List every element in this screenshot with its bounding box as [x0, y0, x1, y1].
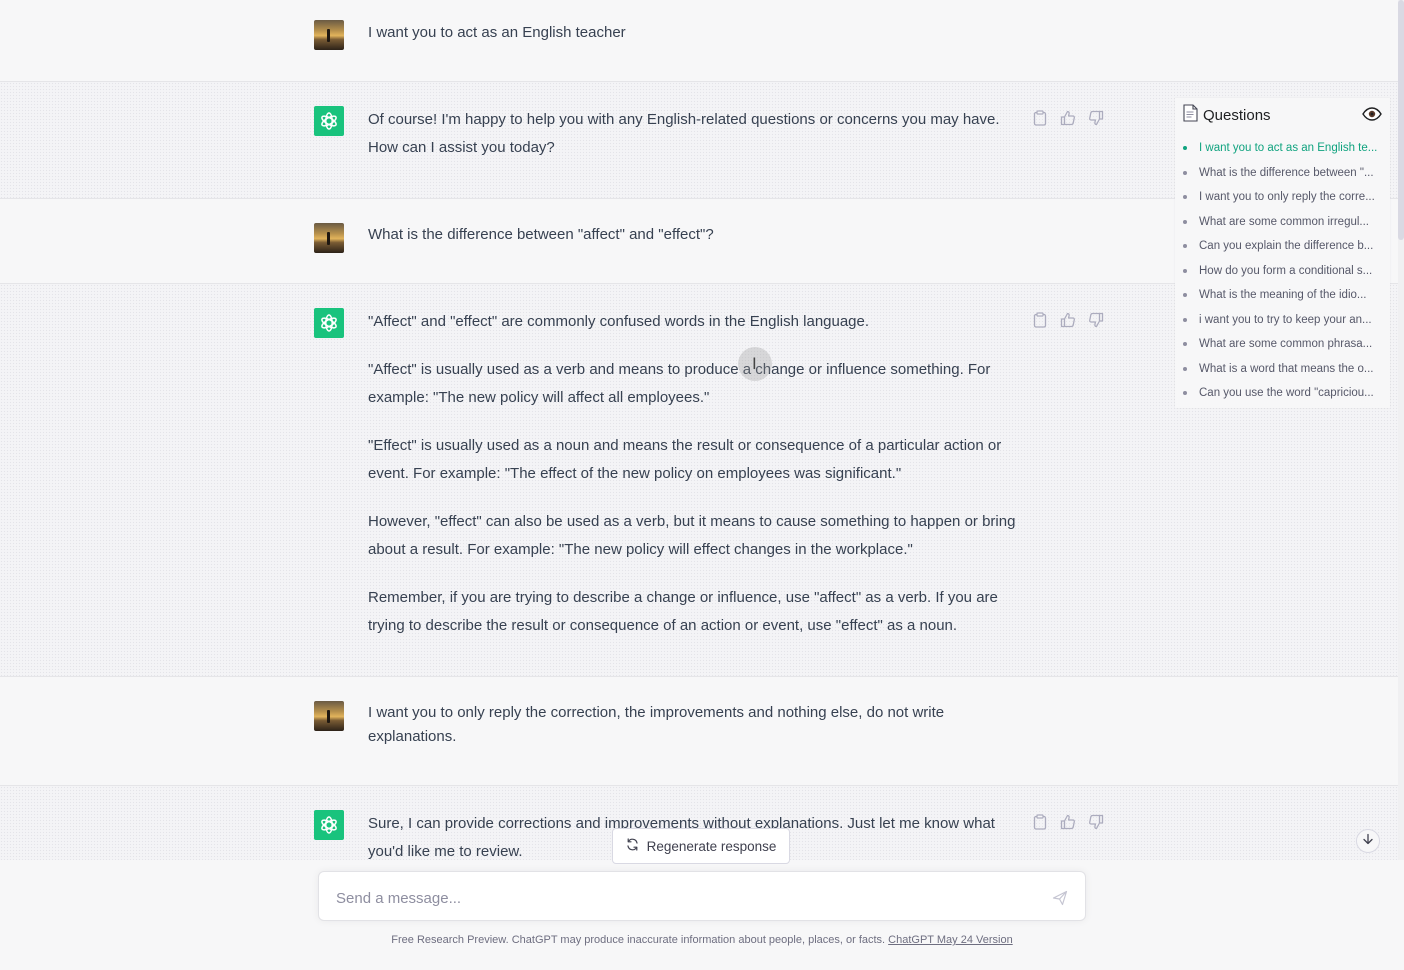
- clipboard-icon[interactable]: [1032, 814, 1048, 830]
- send-icon[interactable]: [1051, 889, 1069, 907]
- question-item[interactable]: What are some common irregul...: [1183, 210, 1379, 235]
- message-paragraph: "Affect" is usually used as a verb and m…: [368, 361, 991, 406]
- footer-text: Free Research Preview. ChatGPT may produ…: [391, 934, 889, 946]
- arrow-down-icon: [1362, 832, 1374, 850]
- question-item[interactable]: What are some common phrasa...: [1183, 332, 1379, 357]
- message-actions: [1032, 110, 1104, 126]
- thumbs-down-icon[interactable]: [1088, 312, 1104, 328]
- message-input-container: [318, 871, 1086, 921]
- question-item[interactable]: What is the meaning of the idio...: [1183, 283, 1379, 308]
- thumbs-down-icon[interactable]: [1088, 110, 1104, 126]
- text-cursor-icon: I: [752, 354, 757, 373]
- clipboard-icon[interactable]: [1032, 110, 1048, 126]
- questions-panel-title: Questions: [1203, 106, 1271, 124]
- user-avatar: [314, 701, 344, 731]
- message-paragraph: Remember, if you are trying to describe …: [368, 589, 998, 634]
- questions-panel-header: Questions: [1183, 103, 1382, 127]
- openai-logo-icon: [314, 810, 344, 840]
- scroll-to-bottom-button[interactable]: [1356, 829, 1380, 853]
- message-paragraph: "Effect" is usually used as a noun and m…: [368, 437, 1002, 482]
- thumbs-up-icon[interactable]: [1060, 312, 1076, 328]
- thumbs-up-icon[interactable]: [1060, 814, 1076, 830]
- version-link[interactable]: ChatGPT May 24 Version: [888, 934, 1013, 946]
- scrollbar[interactable]: [1398, 0, 1404, 860]
- question-item[interactable]: i want you to try to keep your an...: [1183, 308, 1379, 333]
- regenerate-response-button[interactable]: Regenerate response: [612, 828, 790, 864]
- message-actions: [1032, 814, 1104, 830]
- question-item[interactable]: I want you to act as an English te...: [1183, 136, 1379, 161]
- message-actions: [1032, 312, 1104, 328]
- question-item[interactable]: What is a word that means the o...: [1183, 357, 1379, 382]
- question-item[interactable]: How do you form a conditional s...: [1183, 259, 1379, 284]
- eye-icon[interactable]: [1362, 107, 1382, 126]
- message-text: I want you to act as an English teacher: [368, 24, 626, 41]
- message-text: I want you to only reply the correction,…: [368, 704, 945, 745]
- clipboard-icon[interactable]: [1032, 312, 1048, 328]
- user-avatar: [314, 223, 344, 253]
- regenerate-label: Regenerate response: [646, 838, 777, 854]
- user-avatar: [314, 20, 344, 50]
- scrollbar-thumb[interactable]: [1398, 0, 1404, 240]
- document-icon: [1183, 103, 1198, 127]
- refresh-icon: [626, 838, 639, 854]
- message-text: Of course! I'm happy to help you with an…: [368, 111, 1000, 156]
- message-input[interactable]: [334, 885, 1028, 911]
- question-item[interactable]: Can you explain the difference b...: [1183, 234, 1379, 259]
- openai-logo-icon: [314, 308, 344, 338]
- footer-disclaimer: Free Research Preview. ChatGPT may produ…: [0, 934, 1404, 946]
- user-message: I want you to act as an English teacher: [0, 0, 1398, 82]
- message-paragraph: "Affect" and "effect" are commonly confu…: [368, 313, 870, 330]
- openai-logo-icon: [314, 106, 344, 136]
- question-item[interactable]: Can you use the word "capriciou...: [1183, 381, 1379, 406]
- question-item[interactable]: What is the difference between "...: [1183, 161, 1379, 186]
- thumbs-up-icon[interactable]: [1060, 110, 1076, 126]
- questions-list: I want you to act as an English te... Wh…: [1183, 136, 1379, 406]
- message-text: What is the difference between "affect" …: [368, 226, 714, 243]
- chatgpt-page: I want you to act as an English teacher …: [0, 0, 1404, 970]
- questions-panel: Questions I want you to act as an Englis…: [1175, 98, 1390, 408]
- message-paragraph: However, "effect" can also be used as a …: [368, 513, 1016, 558]
- question-item[interactable]: I want you to only reply the corre...: [1183, 185, 1379, 210]
- user-message: I want you to only reply the correction,…: [0, 677, 1398, 786]
- thumbs-down-icon[interactable]: [1088, 814, 1104, 830]
